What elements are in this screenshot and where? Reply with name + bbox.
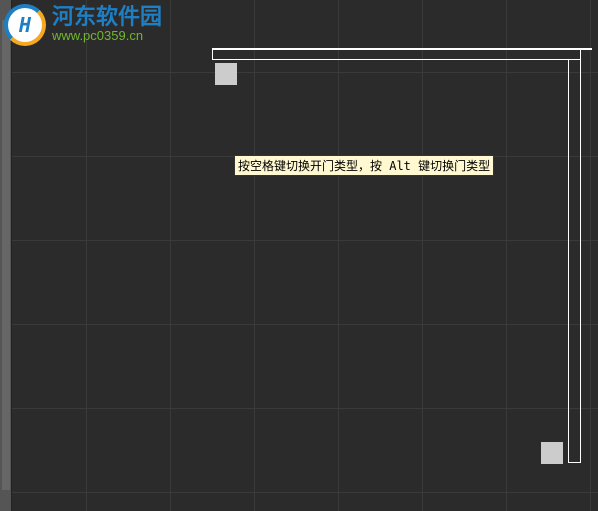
wall-top-outer-line xyxy=(212,48,592,50)
drag-handle-end[interactable] xyxy=(541,442,563,464)
wall-right-outer-line xyxy=(580,48,581,463)
watermark-text-block: 河东软件园 www.pc0359.cn xyxy=(52,6,162,44)
wall-bottom-end-cap xyxy=(568,462,581,463)
drawing-canvas[interactable]: 按空格键切换开门类型，按 Alt 键切换门类型 xyxy=(12,0,598,511)
watermark-logo-icon: H xyxy=(4,4,46,46)
left-toolbar-strip[interactable] xyxy=(0,0,12,511)
wall-right-inner-line xyxy=(568,59,569,462)
drag-handle-start[interactable] xyxy=(215,63,237,85)
tooltip-text: 按空格键切换开门类型，按 Alt 键切换门类型 xyxy=(238,159,490,173)
grid-background xyxy=(12,0,598,511)
wall-top-end-cap xyxy=(212,48,213,60)
logo-letter: H xyxy=(12,12,38,38)
toolbar-track xyxy=(2,20,10,490)
watermark-overlay: H 河东软件园 www.pc0359.cn xyxy=(4,4,162,46)
watermark-site-title: 河东软件园 xyxy=(52,6,162,28)
hint-tooltip: 按空格键切换开门类型，按 Alt 键切换门类型 xyxy=(234,155,494,176)
wall-top-inner-line xyxy=(212,59,580,60)
watermark-site-url: www.pc0359.cn xyxy=(52,28,162,44)
